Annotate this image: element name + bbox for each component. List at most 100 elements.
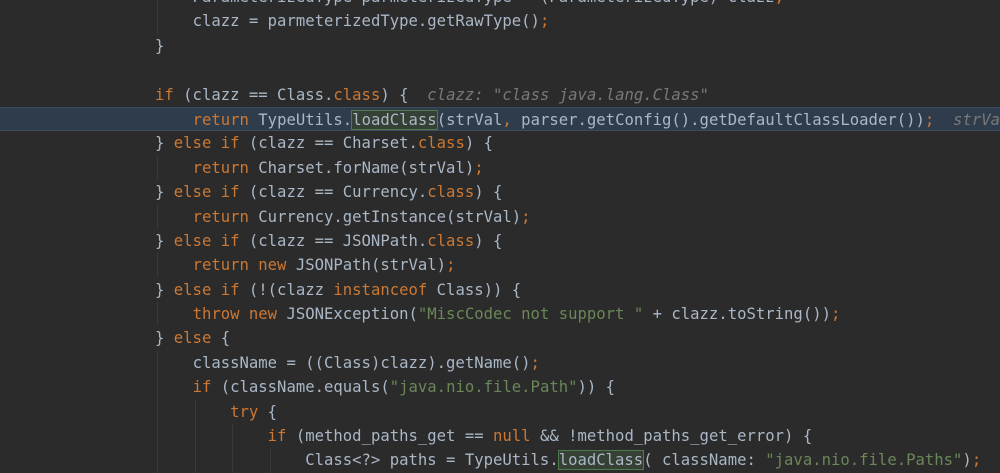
code-token: ; [530, 353, 540, 372]
indent-guide [157, 253, 158, 278]
code-token: return [192, 110, 249, 129]
code-token: (clazz == Charset. [239, 134, 418, 153]
code-token: ) { [464, 134, 494, 153]
indent-guide [194, 424, 196, 449]
code-token: } [155, 329, 174, 348]
code-token: (className.equals( [211, 378, 390, 397]
indent-guide [157, 424, 158, 449]
code-line[interactable]: return Charset.forName(strVal); [0, 155, 1000, 181]
code-token: } [155, 231, 174, 250]
code-token: )) { [577, 378, 616, 397]
code-token: "MiscCodec not support " [417, 305, 644, 324]
code-token: Charset.forName(strVal) [248, 158, 475, 177]
code-token: ; [446, 256, 456, 275]
code-token: ; [775, 0, 784, 6]
code-line[interactable]: throw new JSONException("MiscCodec not s… [0, 302, 1000, 327]
indent-guide [157, 448, 158, 473]
code-token: ; [924, 110, 935, 129]
code-token: (!(clazz [239, 280, 334, 299]
code-line[interactable]: } else if (clazz == Currency.class) { [0, 180, 1000, 204]
code-line[interactable]: } else { [0, 326, 1000, 350]
code-line[interactable]: if (clazz == Class.class) { clazz: "clas… [0, 83, 1000, 107]
code-token: ; [539, 12, 550, 31]
code-line[interactable]: return Currency.getInstance(strVal); [0, 204, 1000, 229]
code-token: if [155, 85, 174, 104]
code-token: class [417, 134, 465, 153]
code-token: ; [521, 207, 531, 226]
code-line[interactable]: } else if (!(clazz instanceof Class)) { [0, 278, 1000, 302]
code-token: JSONException( [277, 305, 418, 324]
code-line[interactable]: return new JSONPath(strVal); [0, 253, 1000, 278]
current-code-line[interactable]: return TypeUtils.loadClass(strVal, parse… [0, 106, 1000, 132]
code-token: class [333, 85, 381, 104]
code-editor[interactable]: ParameterizedType parmeterizedType = (Pa… [0, 0, 1000, 473]
indent-guide [157, 204, 158, 229]
code-token: (clazz == JSONPath. [239, 231, 428, 250]
code-line[interactable]: if (className.equals("java.nio.file.Path… [0, 375, 1000, 400]
indent-guide [157, 107, 158, 131]
code-token: Currency.getInstance(strVal) [248, 207, 522, 226]
code-token: return new [192, 256, 287, 275]
code-token: "java.nio.file.Paths" [765, 451, 963, 470]
code-token: "java.nio.file.Path" [389, 378, 578, 397]
code-token: (method_paths_get == [286, 427, 493, 446]
code-token: JSONPath(strVal) [286, 256, 447, 275]
indent-guide [157, 350, 158, 376]
inline-debug-value: strVal [953, 110, 1000, 129]
code-token: ParameterizedType parmeterizedType = (Pa… [193, 0, 775, 6]
code-line[interactable] [0, 58, 1000, 82]
code-token: } [155, 183, 174, 202]
code-token: ) { [380, 85, 428, 104]
code-token: if [192, 378, 212, 397]
code-token: } [155, 36, 165, 55]
code-token: ) [962, 451, 972, 470]
inline-debug-value: "class java.lang.Class" [493, 85, 709, 104]
code-token: class [427, 231, 475, 250]
code-token: else if [173, 183, 240, 202]
indent-guide [157, 0, 158, 10]
indent-guide [157, 375, 158, 400]
code-line[interactable]: Class<?> paths = TypeUtils.loadClass( cl… [0, 448, 1000, 473]
code-token: else if [173, 280, 240, 299]
code-token: ( className: [643, 451, 766, 470]
code-token: { [211, 329, 231, 348]
code-line[interactable]: if (method_paths_get == null && !method_… [0, 424, 1000, 449]
highlighted-usage: loadClass [557, 450, 645, 471]
code-token: TypeUtils. [248, 110, 353, 129]
code-token: parser.getConfig().getDefaultClassLoader… [511, 110, 925, 129]
code-token: return [192, 158, 249, 177]
code-line[interactable]: ParameterizedType parmeterizedType = (Pa… [0, 0, 1000, 10]
code-token: { [258, 402, 278, 421]
indent-guide [157, 302, 158, 327]
code-token: ; [971, 451, 982, 470]
code-token: throw new [192, 305, 278, 324]
code-line[interactable]: } [0, 34, 1000, 58]
code-line[interactable]: clazz = parmeterizedType.getRawType(); [0, 9, 1000, 34]
code-line[interactable]: try { [0, 399, 1000, 425]
indent-guide [232, 424, 234, 449]
code-token: ) { [474, 183, 503, 202]
code-line[interactable]: } else if (clazz == Charset.class) { [0, 131, 1000, 155]
indent-guide [157, 155, 158, 181]
code-token: clazz = parmeterizedType.getRawType() [192, 12, 540, 31]
code-token: else [173, 329, 212, 348]
code-token: && !method_paths_get_error) { [530, 427, 813, 446]
code-line[interactable]: className = ((Class)clazz).getName(); [0, 350, 1000, 376]
code-token: (clazz == Currency. [239, 183, 428, 202]
code-token: Class<?> paths = TypeUtils. [305, 451, 559, 470]
code-token: } [155, 134, 174, 153]
code-line[interactable]: } else if (clazz == JSONPath.class) { [0, 229, 1000, 253]
code-token: + clazz.toString()) [643, 305, 831, 324]
code-token: } [155, 280, 174, 299]
indent-guide [232, 448, 234, 473]
code-token: ) { [474, 231, 503, 250]
